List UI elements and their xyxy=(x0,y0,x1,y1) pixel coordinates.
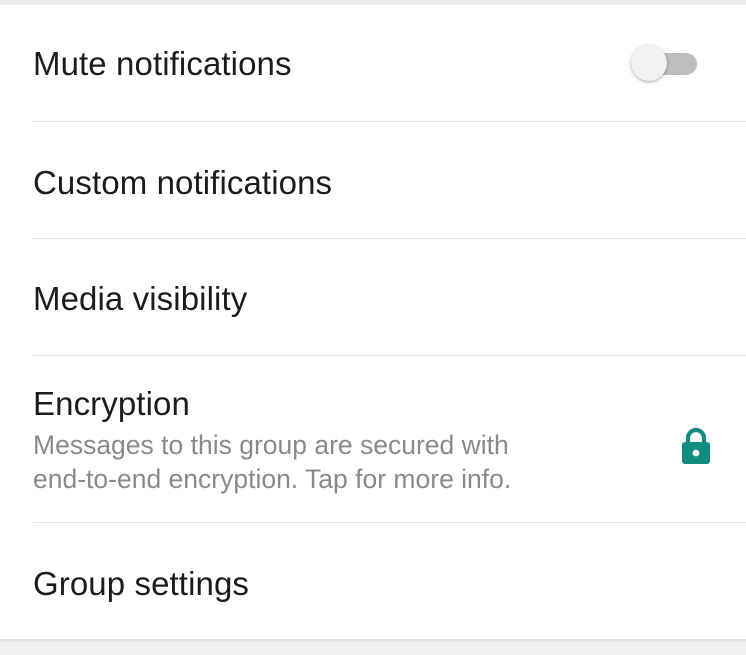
mute-notifications-toggle[interactable] xyxy=(631,43,699,83)
settings-card: Mute notifications Custom notifications … xyxy=(0,5,746,639)
custom-notifications-row[interactable]: Custom notifications xyxy=(0,122,746,239)
encryption-description: Messages to this group are secured with … xyxy=(33,428,511,496)
encryption-description-line-1: Messages to this group are secured with xyxy=(33,430,509,460)
group-settings-label: Group settings xyxy=(33,565,250,602)
mute-notifications-label: Mute notifications xyxy=(33,45,292,82)
media-visibility-row[interactable]: Media visibility xyxy=(0,239,746,356)
card-bottom-shadow xyxy=(0,639,746,642)
encryption-row[interactable]: Encryption Messages to this group are se… xyxy=(0,356,746,523)
group-settings-row[interactable]: Group settings xyxy=(0,523,746,639)
media-visibility-label: Media visibility xyxy=(33,280,248,317)
custom-notifications-label: Custom notifications xyxy=(33,164,333,201)
encryption-description-line-2: end-to-end encryption. Tap for more info… xyxy=(33,464,512,494)
encryption-label: Encryption xyxy=(33,385,190,422)
lock-icon xyxy=(682,427,710,464)
mute-notifications-row[interactable]: Mute notifications xyxy=(0,5,746,122)
toggle-thumb xyxy=(631,45,667,81)
